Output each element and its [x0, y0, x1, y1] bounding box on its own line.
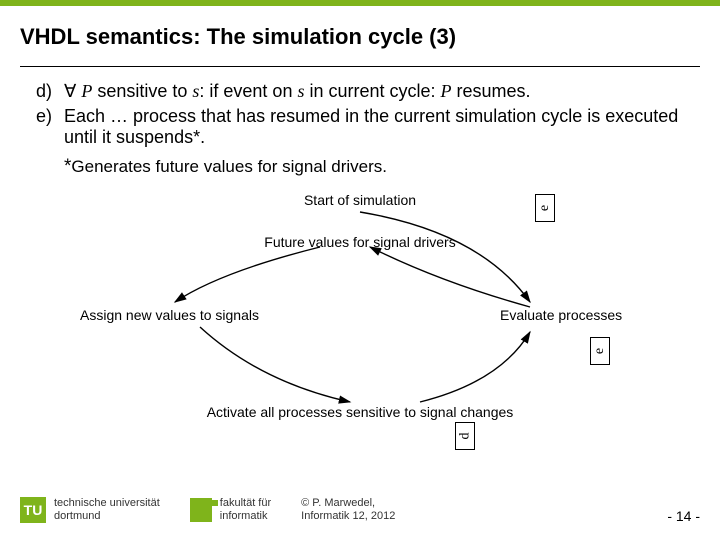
callout-d: d	[455, 422, 475, 450]
fi-logo	[190, 498, 212, 522]
text-d1: sensitive to	[92, 81, 192, 101]
footnote: *Generates future values for signal driv…	[64, 156, 692, 178]
fac-line2: informatik	[220, 510, 271, 523]
text-d3: in current cycle:	[304, 81, 440, 101]
copyright: © P. Marwedel, Informatik 12, 2012	[301, 497, 395, 523]
university-name: technische universität dortmund	[54, 497, 160, 523]
item-e-label: e)	[36, 106, 64, 148]
cop-line1: © P. Marwedel,	[301, 497, 395, 510]
title-divider	[20, 66, 700, 67]
uni-line2: dortmund	[54, 510, 160, 523]
item-d: d) ∀ P sensitive to s: if event on s in …	[36, 81, 692, 102]
diagram-activate-label: Activate all processes sensitive to sign…	[190, 404, 530, 420]
diagram-start-label: Start of simulation	[280, 192, 440, 208]
body-content: d) ∀ P sensitive to s: if event on s in …	[0, 81, 720, 178]
callout-e1-label: e	[537, 205, 553, 211]
var-p1: P	[81, 81, 92, 101]
callout-e2-label: e	[592, 348, 608, 354]
callout-e2: e	[590, 337, 610, 365]
simulation-cycle-diagram: Start of simulation Future values for si…	[60, 192, 660, 452]
callout-e1: e	[535, 194, 555, 222]
item-e-body: Each … process that has resumed in the c…	[64, 106, 692, 148]
item-e: e) Each … process that has resumed in th…	[36, 106, 692, 148]
uni-line1: technische universität	[54, 497, 160, 510]
fac-line1: fakultät für	[220, 497, 271, 510]
tu-logo: TU	[20, 497, 46, 523]
cop-line2: Informatik 12, 2012	[301, 510, 395, 523]
var-p2: P	[441, 81, 452, 101]
diagram-assign-label: Assign new values to signals	[80, 307, 280, 323]
item-d-label: d)	[36, 81, 64, 102]
forall-symbol: ∀	[64, 81, 81, 101]
footnote-text: Generates future values for signal drive…	[71, 157, 387, 176]
text-d2: : if event on	[199, 81, 297, 101]
diagram-evaluate-label: Evaluate processes	[500, 307, 660, 323]
callout-d-label: d	[457, 433, 473, 440]
diagram-future-label: Future values for signal drivers	[250, 234, 470, 250]
text-d4: resumes.	[452, 81, 531, 101]
page-number: - 14 -	[667, 508, 700, 524]
item-d-body: ∀ P sensitive to s: if event on s in cur…	[64, 81, 692, 102]
faculty-name: fakultät für informatik	[220, 497, 271, 523]
slide-title: VHDL semantics: The simulation cycle (3)	[0, 6, 720, 66]
slide-footer: TU technische universität dortmund fakul…	[0, 490, 720, 530]
